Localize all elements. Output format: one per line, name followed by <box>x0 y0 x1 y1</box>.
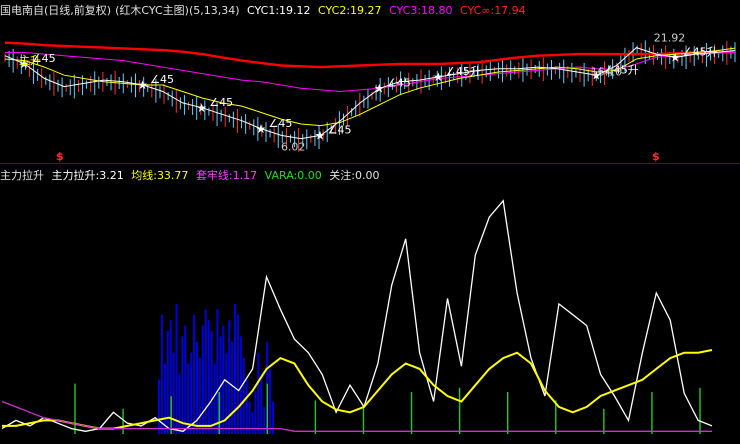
blue-bar <box>193 314 196 434</box>
indicator-line-magenta <box>1 400 712 432</box>
blue-bar <box>242 358 245 434</box>
blue-bar <box>190 352 193 434</box>
blue-bar <box>204 309 207 434</box>
blue-bar <box>160 314 163 434</box>
blue-bar <box>231 341 234 434</box>
blue-bar <box>172 352 175 434</box>
blue-bar <box>263 406 266 434</box>
blue-bar <box>216 309 219 434</box>
blue-bar <box>236 314 239 434</box>
blue-bar <box>184 325 187 434</box>
indicator-line-yellow <box>2 349 713 430</box>
blue-bar <box>245 379 248 434</box>
blue-bar <box>257 352 260 434</box>
indicator-chart[interactable] <box>0 0 740 444</box>
blue-bar <box>163 363 166 434</box>
blue-bar <box>201 325 204 434</box>
indicator-line-white <box>1 199 713 432</box>
blue-bar <box>207 320 210 434</box>
blue-bar <box>158 379 160 434</box>
blue-bar <box>254 390 257 434</box>
blue-bar <box>175 303 178 434</box>
blue-bar <box>269 368 272 434</box>
blue-bar <box>181 336 184 434</box>
blue-bar <box>260 374 263 434</box>
blue-bar <box>234 303 236 434</box>
blue-bar <box>198 358 201 434</box>
blue-bar <box>210 330 213 434</box>
blue-bar-group <box>158 303 274 434</box>
blue-bar <box>225 352 228 434</box>
blue-bar <box>251 412 254 434</box>
blue-bar <box>178 374 181 434</box>
